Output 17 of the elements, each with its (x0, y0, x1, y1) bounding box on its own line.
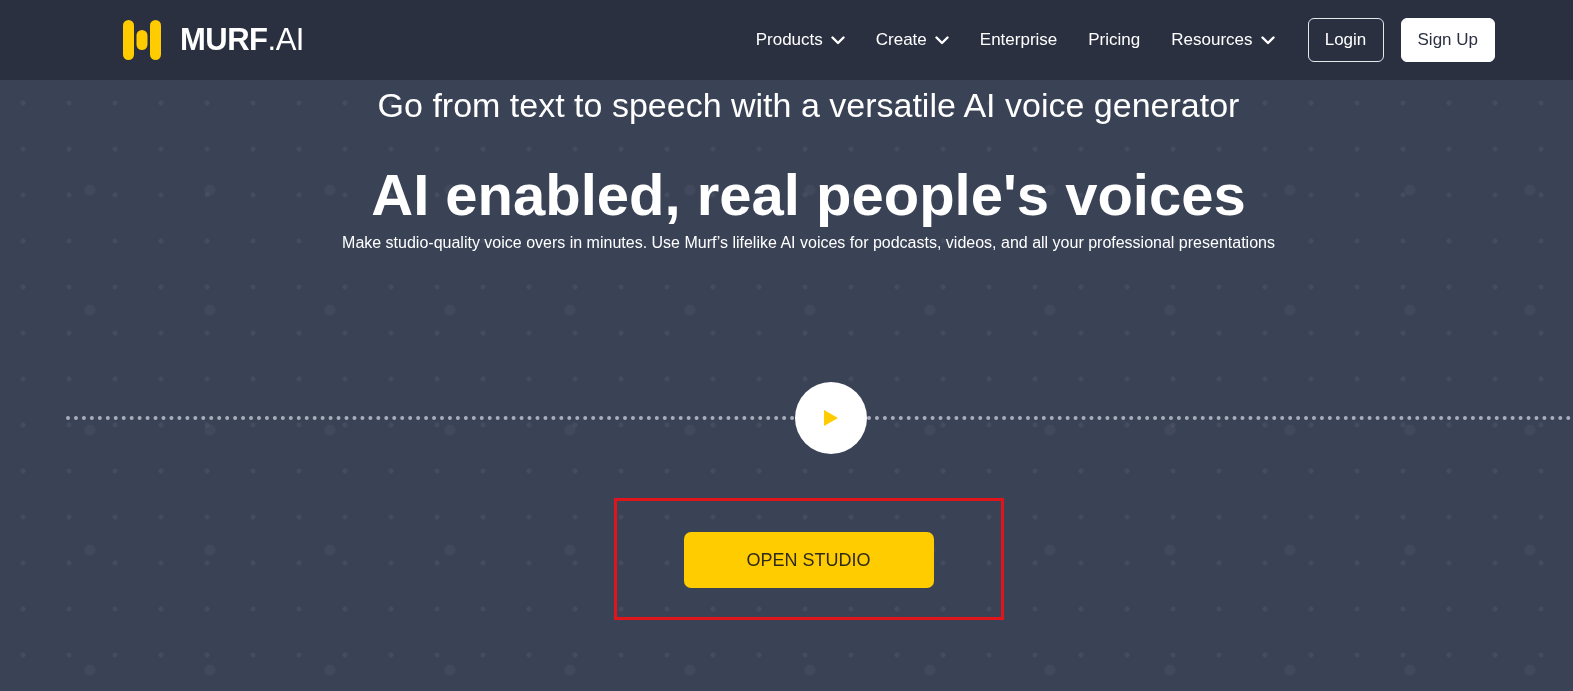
chevron-down-icon (934, 35, 949, 45)
hero-subtitle: Go from text to speech with a versatile AI voice generator (377, 85, 1240, 126)
hero-description: Make studio-quality voice overs in minutes. Use Murf’s lifelike AI voices for podcasts, videos, and all your professional presentations (342, 233, 1275, 253)
chevron-down-icon (1260, 35, 1275, 45)
sign-up-button[interactable]: Sign Up (1400, 18, 1495, 62)
logo-wordmark[interactable]: MURF.AI (180, 22, 304, 58)
hero-headline: AI enabled, real people's voices (371, 161, 1246, 229)
nav-link[interactable]: Enterprise (979, 30, 1058, 50)
logo-icon (122, 20, 162, 60)
play-icon (822, 409, 839, 427)
nav-link[interactable]: Pricing (1088, 30, 1141, 50)
login-button[interactable]: Login (1307, 18, 1384, 62)
nav-link[interactable]: Products (755, 30, 845, 50)
chevron-down-icon (830, 35, 845, 45)
open-studio-button[interactable]: OPEN STUDIO (683, 532, 934, 588)
nav-link[interactable]: Resources (1171, 30, 1275, 50)
nav-link[interactable]: Create (875, 30, 949, 50)
